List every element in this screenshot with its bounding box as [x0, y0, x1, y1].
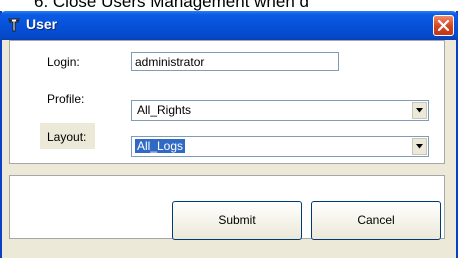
profile-label: Profile: [47, 92, 85, 106]
submit-button[interactable]: Submit [172, 201, 302, 240]
login-label: Login: [47, 55, 80, 69]
window-title: User [26, 16, 58, 32]
close-icon [438, 20, 449, 31]
title-bar[interactable]: User [0, 11, 458, 40]
profile-select-value: All_Rights [137, 103, 192, 117]
profile-select[interactable]: All_Rights [131, 100, 429, 121]
layout-select-value: All_Logs [133, 138, 187, 154]
cancel-button[interactable]: Cancel [311, 201, 441, 240]
layout-dropdown-button[interactable] [412, 138, 427, 155]
chevron-down-icon [416, 108, 423, 113]
login-input[interactable]: administrator [131, 52, 339, 71]
profile-dropdown-button[interactable] [412, 102, 427, 119]
layout-select[interactable]: All_Logs [131, 136, 429, 157]
chevron-down-icon [416, 144, 423, 149]
layout-label: Layout: [47, 130, 87, 144]
close-button[interactable] [433, 15, 454, 36]
app-logo-icon [6, 17, 22, 33]
